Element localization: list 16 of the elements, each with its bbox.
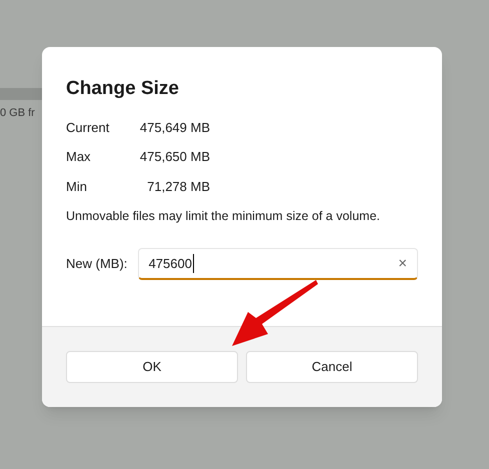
info-label: Current (66, 118, 110, 136)
clear-button[interactable]: × (398, 256, 407, 271)
info-value: 71,278 MB (146, 178, 210, 196)
ok-button[interactable]: OK (66, 351, 238, 383)
note-text: Unmovable files may limit the minimum size of a volume. (66, 208, 381, 225)
info-value: 475,650 MB (138, 148, 210, 166)
free-space-text: 0 GB fr (0, 106, 36, 121)
background-bar (0, 88, 42, 100)
cancel-button[interactable]: Cancel (246, 351, 418, 383)
new-size-field[interactable]: 475600 × (138, 248, 418, 280)
dialog-title: Change Size (66, 77, 180, 101)
info-label: Min (66, 178, 88, 196)
info-value: 475,649 MB (138, 118, 210, 136)
field-value: 475600 (148, 254, 194, 273)
new-size-label: New (MB): (66, 255, 128, 273)
info-label: Max (66, 148, 92, 166)
